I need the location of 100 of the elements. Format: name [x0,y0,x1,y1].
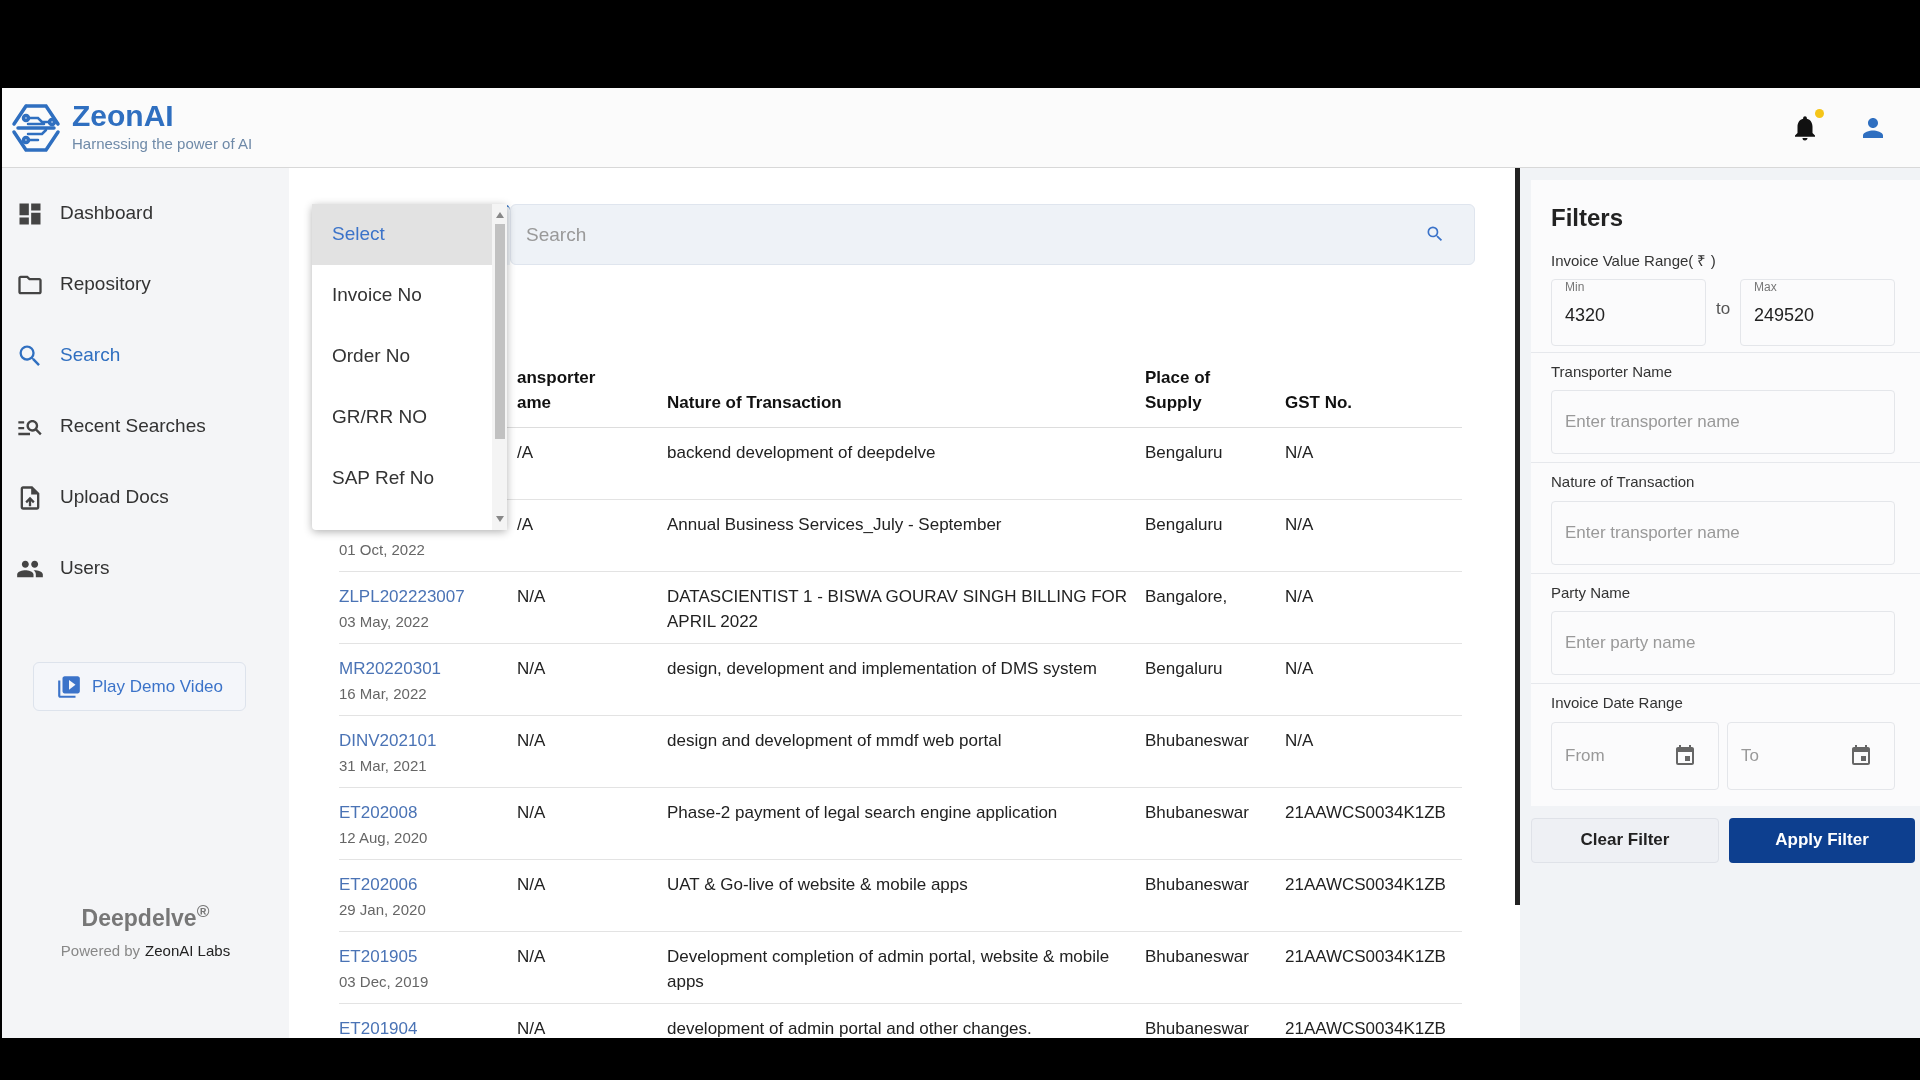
scrollbar-thumb[interactable] [1515,168,1520,905]
powered-by-label: Powered by [60,940,141,961]
sidebar-item[interactable]: Dashboard [2,178,289,249]
table-cell: N/A [517,731,546,750]
field-label: Nature of Transaction [1551,472,1696,492]
table-cell: 21AAWCS0034K1ZB [1285,947,1446,966]
product-name: Deepdelve$^{®}$ [81,901,210,933]
sidebar-item[interactable]: Recent Searches [2,391,289,462]
sidebar-item[interactable]: Upload Docs [2,462,289,533]
table-cell: /A [517,443,534,462]
field-label: Invoice Value Range( ₹ ) [1551,251,1717,271]
table-cell: 21AAWCS0034K1ZB [1285,1019,1446,1038]
table-cell: N/A [1285,515,1314,534]
invoice-link[interactable]: ET202008 [339,800,517,825]
field-value: 249520 [1754,303,1815,327]
column-header: GST No. [1285,392,1354,414]
invoice-date: 12 Aug, 2020 [339,828,429,848]
search-field[interactable]: Search [510,204,1475,265]
table-cell: Bengaluru [1145,659,1223,678]
scroll-down-icon [495,516,504,522]
table-cell: N/A [1285,731,1314,750]
invoice-date: 01 Oct, 2022 [339,540,426,560]
invoice-link[interactable]: ZLPL202223007 [339,584,517,609]
table-cell: Bengaluru [1145,515,1223,534]
range-field[interactable]: Min 4320 [1551,278,1706,346]
table-cell: N/A [1285,659,1314,678]
invoice-link[interactable]: DINV202101 [339,728,517,753]
table-cell: design, development and implementation of DMS system [667,659,1097,678]
brand-name: ZeonAI [72,99,175,134]
field-value: 4320 [1565,303,1606,327]
table-cell: backend development of deepdelve [667,443,936,462]
table-cell: Bhubaneswar [1145,803,1249,822]
field-label: Party Name [1551,582,1632,603]
invoice-date: 03 Dec, 2019 [339,972,430,992]
invoice-date: 16 Mar, 2022 [339,684,428,704]
table-cell: Bhubaneswar [1145,731,1249,750]
dropdown-option[interactable]: Order No [312,326,492,387]
table-cell: N/A [517,659,546,678]
invoice-date: 31 Mar, 2021 [339,756,428,776]
field-label: Min [1565,278,1585,296]
table-cell: Phase-2 payment of legal search engine application [667,803,1058,822]
text-field[interactable]: Enter transporter name [1551,500,1895,565]
scrollbar[interactable] [492,204,507,530]
calendar-icon [1849,743,1873,768]
table-cell: 21AAWCS0034K1ZB [1285,803,1446,822]
dropdown-option[interactable]: GR/RR NO [312,387,492,448]
date-field[interactable]: From [1551,721,1719,790]
range-field[interactable]: Max 249520 [1740,278,1895,346]
scroll-up-icon [495,212,504,218]
sidebar-item[interactable]: Repository [2,249,289,320]
company-name: ZeonAI Labs [145,940,231,961]
table-cell: UAT & Go-live of website & mobile apps [667,875,968,894]
table-cell: Annual Business Services_July - September [667,515,1002,534]
invoice-date: 03 May, 2022 [339,612,430,632]
text-field[interactable]: Enter transporter name [1551,390,1895,454]
table-cell: Development completion of admin portal, website & mobile apps [667,947,1110,991]
sidebar-item[interactable]: Search [2,320,289,391]
table-cell: N/A [517,875,546,894]
column-header: Nature of Transaction [667,392,843,414]
calendar-icon [1673,743,1697,768]
invoice-link[interactable]: ET202006 [339,872,517,897]
table-cell: /A [517,515,534,534]
sidebar-item[interactable]: Users [2,533,289,604]
table-cell: N/A [517,947,546,966]
text-field[interactable]: Enter party name [1551,611,1895,675]
table-cell: Bhubaneswar [1145,1019,1249,1038]
table-cell: N/A [1285,443,1314,462]
table-cell: Bhubaneswar [1145,947,1249,966]
dropdown-option[interactable]: SAP Ref No [312,448,492,509]
table-cell: Bengaluru [1145,443,1223,462]
apply-filter-button[interactable]: Apply Filter [1729,817,1915,863]
dropdown-option[interactable]: Select [312,204,492,265]
table-cell: Bangalore, [1145,587,1228,606]
table-cell: N/A [517,587,546,606]
table-cell: 21AAWCS0034K1ZB [1285,875,1446,894]
clear-filter-button[interactable]: Clear Filter [1531,817,1719,863]
column-header: Place of Supply [1145,367,1212,414]
table-cell: development of admin portal and other changes. [667,1019,1032,1038]
play-demo-button[interactable]: Play Demo Video [33,662,246,711]
brand-tagline: Harnessing the power of AI [72,134,253,155]
dropdown-option[interactable]: Invoice No [312,265,492,326]
invoice-link[interactable]: ET201905 [339,944,517,969]
filters-title: Filters [1551,203,1625,233]
table-cell: design and development of mmdf web portal [667,731,1002,750]
table-cell: N/A [517,803,546,822]
column-header: ansporter ame [517,367,597,414]
invoice-date: 29 Jan, 2020 [339,900,427,920]
search-icon [1425,224,1445,244]
table-cell: N/A [1285,587,1314,606]
range-separator: to [1714,298,1732,321]
field-label: Invoice Date Range [1551,693,1684,713]
invoice-link[interactable]: ET201904 [339,1016,517,1038]
table-cell: DATASCIENTIST 1 - BISWA GOURAV SINGH BILLING FOR APRIL 2022 [667,587,1128,631]
field-label: Transporter Name [1551,361,1674,382]
invoice-link[interactable]: MR20220301 [339,656,517,681]
table-cell: Bhubaneswar [1145,875,1249,894]
video-icon [55,673,82,700]
date-field[interactable]: To [1727,721,1895,790]
field-label: Max [1754,278,1777,296]
table-cell: N/A [517,1019,546,1038]
